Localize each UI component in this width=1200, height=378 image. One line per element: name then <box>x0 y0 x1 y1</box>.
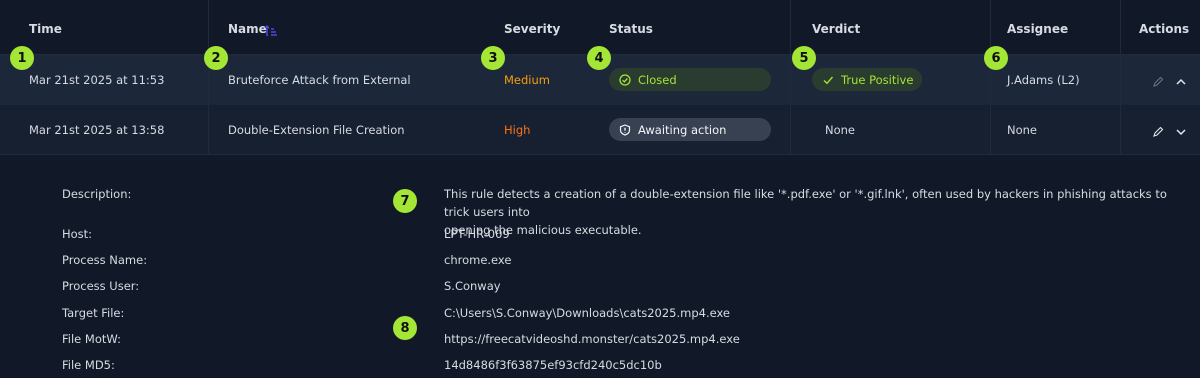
column-header-actions: Actions <box>1139 22 1190 36</box>
pencil-icon[interactable] <box>1152 73 1164 92</box>
row-time: Mar 21st 2025 at 13:58 <box>29 123 165 137</box>
callout-badge: 3 <box>481 46 505 70</box>
callout-badge: 6 <box>984 46 1008 70</box>
row-severity: High <box>504 123 531 137</box>
target-file-label: Target File: <box>62 306 125 320</box>
column-header-verdict[interactable]: Verdict <box>812 22 860 36</box>
row-name: Bruteforce Attack from External <box>228 73 411 87</box>
description-label: Description: <box>62 187 132 201</box>
status-badge[interactable]: Closed <box>609 68 771 91</box>
column-divider <box>1120 0 1121 155</box>
column-header-severity[interactable]: Severity <box>504 22 560 36</box>
check-icon <box>823 76 834 84</box>
host-value: LPT-HR-009 <box>444 227 510 241</box>
column-header-name[interactable]: Name <box>228 22 267 36</box>
shield-alert-icon <box>619 123 631 136</box>
process-name-label: Process Name: <box>62 253 148 267</box>
callout-badge: 8 <box>393 316 417 340</box>
check-circle-icon <box>619 73 631 86</box>
alert-details-panel: Description: This rule detects a creatio… <box>0 156 1200 378</box>
verdict-badge[interactable]: True Positive <box>812 68 922 91</box>
host-label: Host: <box>62 227 93 241</box>
process-user-label: Process User: <box>62 279 140 293</box>
callout-badge: 2 <box>204 46 228 70</box>
row-name: Double-Extension File Creation <box>228 123 405 137</box>
callout-badge: 7 <box>393 189 417 213</box>
row-severity: Medium <box>504 73 550 87</box>
description-text: This rule detects a creation of a double… <box>444 185 1184 239</box>
verdict-label: True Positive <box>841 72 914 87</box>
status-label: Awaiting action <box>638 122 727 137</box>
chevron-up-icon[interactable] <box>1175 73 1187 92</box>
column-divider <box>990 0 991 155</box>
file-md5-value: 14d8486f3f63875ef93cfd240c5dc10b <box>444 358 662 372</box>
row-verdict: None <box>825 123 856 137</box>
row-time: Mar 21st 2025 at 11:53 <box>29 73 165 87</box>
column-divider <box>208 0 209 155</box>
column-divider <box>790 0 791 155</box>
pencil-icon[interactable] <box>1152 123 1164 142</box>
sort-ascending-icon[interactable] <box>264 23 278 42</box>
file-motw-label: File MotW: <box>62 332 121 346</box>
callout-badge: 1 <box>10 46 34 70</box>
table-row[interactable]: Mar 21st 2025 at 13:58 Double-Extension … <box>0 105 1200 155</box>
file-md5-label: File MD5: <box>62 358 115 372</box>
process-name-value: chrome.exe <box>444 253 512 267</box>
alerts-table: Time Name Severity Status Verdict Assign… <box>0 0 1200 378</box>
callout-badge: 5 <box>792 46 816 70</box>
callout-badge: 4 <box>587 46 611 70</box>
chevron-down-icon[interactable] <box>1175 123 1187 142</box>
process-user-value: S.Conway <box>444 279 501 293</box>
file-motw-value: https://freecatvideoshd.monster/cats2025… <box>444 332 740 346</box>
row-assignee: None <box>1007 123 1038 137</box>
status-badge[interactable]: Awaiting action <box>609 118 771 141</box>
row-assignee: J.Adams (L2) <box>1007 73 1080 87</box>
status-label: Closed <box>638 72 677 87</box>
target-file-value: C:\Users\S.Conway\Downloads\cats2025.mp4… <box>444 306 730 320</box>
column-header-status[interactable]: Status <box>609 22 653 36</box>
column-header-time[interactable]: Time <box>29 22 62 36</box>
column-header-assignee[interactable]: Assignee <box>1007 22 1068 36</box>
description-line: This rule detects a creation of a double… <box>444 187 1167 219</box>
